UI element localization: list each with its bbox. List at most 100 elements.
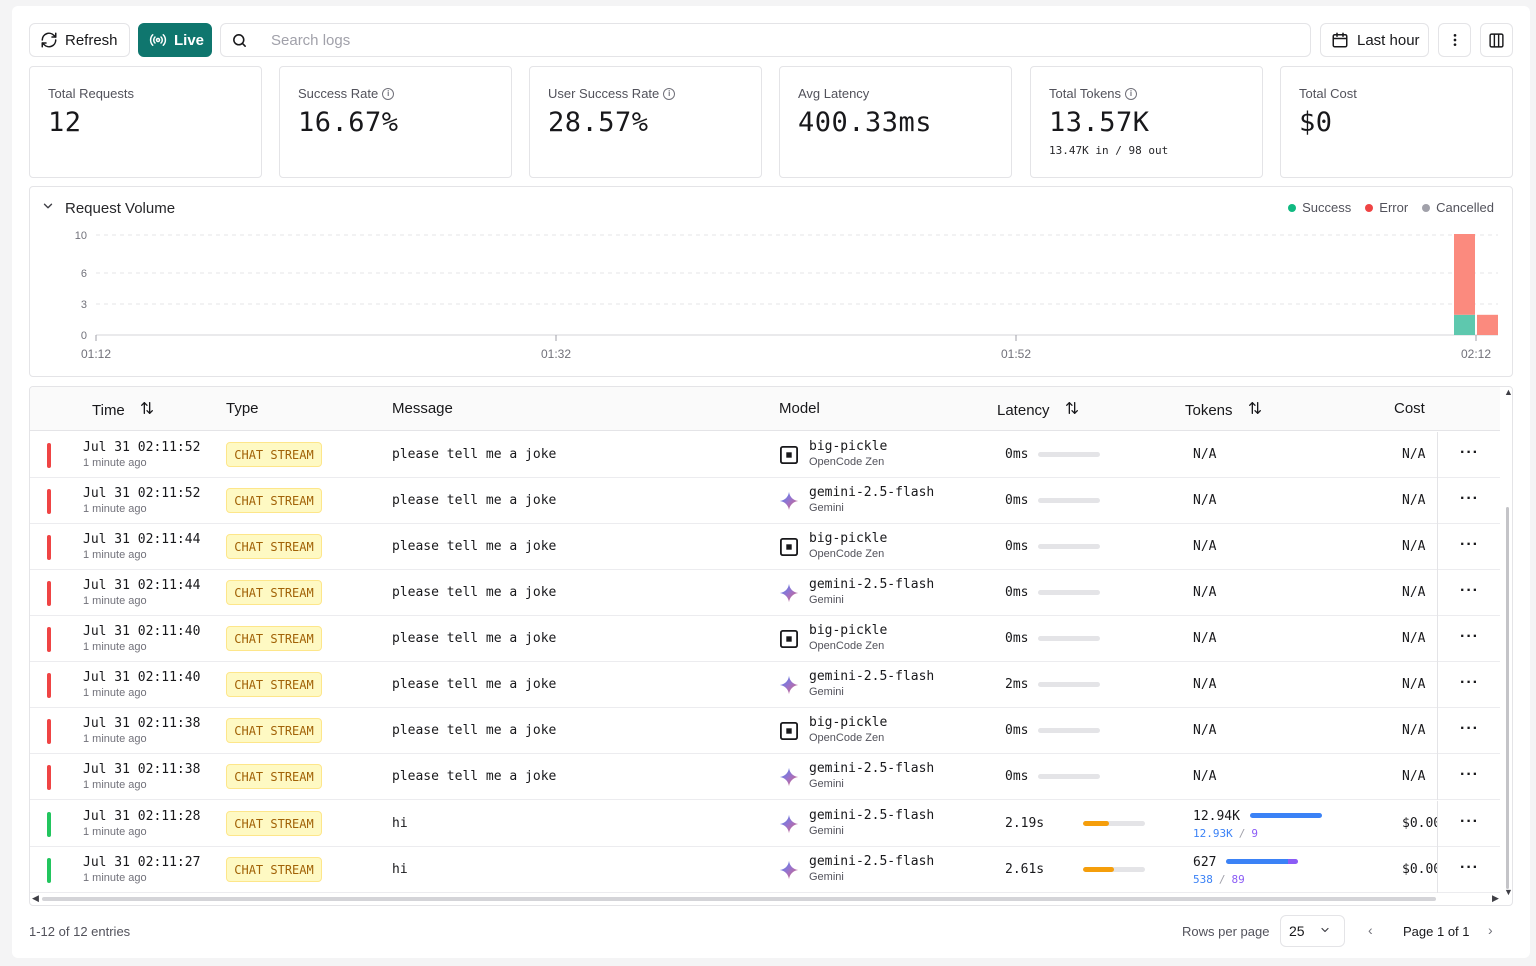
row-actions-icon[interactable]: ··· [1460, 859, 1479, 877]
rows-per-page-select[interactable]: 25 [1280, 915, 1345, 947]
model-name: gemini-2.5-flash [809, 669, 935, 684]
page-indicator: Page 1 of 1 [1403, 924, 1470, 939]
table-row[interactable]: Jul 31 02:11:38 1 minute ago CHAT STREAM pl… [30, 754, 1500, 800]
row-time: Jul 31 02:11:28 [83, 809, 201, 824]
row-actions-icon[interactable]: ··· [1460, 766, 1479, 784]
refresh-label: Refresh [65, 31, 118, 49]
scroll-left-icon[interactable]: ◀ [32, 893, 39, 904]
live-label: Live [174, 31, 205, 49]
chevron-down-icon[interactable] [41, 199, 55, 217]
time-range-button[interactable]: Last hour [1320, 23, 1429, 57]
column-header-tokens[interactable]: Tokens [1185, 400, 1263, 420]
latency-bar [1083, 821, 1145, 826]
tokens-value: N/A [1193, 769, 1217, 784]
table-row[interactable]: Jul 31 02:11:52 1 minute ago CHAT STREAM pl… [30, 432, 1500, 478]
table-row[interactable]: Jul 31 02:11:40 1 minute ago CHAT STREAM pl… [30, 662, 1500, 708]
scroll-right-icon[interactable]: ▶ [1492, 893, 1499, 904]
row-relative-time: 1 minute ago [83, 872, 147, 884]
latency-bar [1038, 682, 1100, 687]
column-header-latency[interactable]: Latency [997, 400, 1080, 420]
row-time: Jul 31 02:11:52 [83, 486, 201, 501]
model-provider: OpenCode Zen [809, 456, 885, 468]
refresh-button[interactable]: Refresh [29, 23, 130, 57]
tokens-value: N/A [1193, 493, 1217, 508]
legend-dot [1365, 203, 1374, 212]
vertical-scrollbar[interactable]: ▲ ▼ [1503, 387, 1512, 905]
table-row[interactable]: Jul 31 02:11:44 1 minute ago CHAT STREAM pl… [30, 524, 1500, 570]
row-time: Jul 31 02:11:44 [83, 578, 201, 593]
scrollbar-thumb[interactable] [42, 897, 1436, 901]
row-cost: N/A [1402, 677, 1426, 692]
sort-icon[interactable] [139, 400, 155, 420]
horizontal-scrollbar[interactable]: ◀ ▶ [32, 893, 1500, 904]
scrollbar-thumb[interactable] [1506, 507, 1509, 889]
sort-icon[interactable] [1247, 400, 1263, 420]
scroll-up-icon[interactable]: ▲ [1504, 387, 1512, 397]
previous-page-button[interactable]: ‹ [1368, 922, 1373, 938]
columns-button[interactable] [1480, 23, 1513, 57]
table-row[interactable]: Jul 31 02:11:27 1 minute ago CHAT STREAM hi… [30, 847, 1500, 893]
table-row[interactable]: Jul 31 02:11:28 1 minute ago CHAT STREAM hi… [30, 801, 1500, 847]
model-provider: Gemini [809, 502, 844, 514]
table-row[interactable]: Jul 31 02:11:40 1 minute ago CHAT STREAM pl… [30, 616, 1500, 662]
row-actions-icon[interactable]: ··· [1460, 628, 1479, 646]
table-row[interactable]: Jul 31 02:11:38 1 minute ago CHAT STREAM pl… [30, 708, 1500, 754]
row-cost: N/A [1402, 585, 1426, 600]
type-badge: CHAT STREAM [226, 580, 322, 605]
model-name: gemini-2.5-flash [809, 808, 935, 823]
stat-label: Success Rate [298, 86, 379, 101]
column-label: Latency [997, 401, 1050, 419]
more-options-button[interactable] [1438, 23, 1471, 57]
live-button[interactable]: Live [138, 23, 212, 57]
type-badge: CHAT STREAM [226, 534, 322, 559]
chart-header[interactable]: Request Volume [41, 199, 175, 217]
model-name: gemini-2.5-flash [809, 577, 935, 592]
info-icon[interactable]: i [1125, 87, 1138, 100]
row-actions-icon[interactable]: ··· [1460, 444, 1479, 462]
tokens-bar [1250, 813, 1322, 818]
chevron-right-icon: › [1488, 922, 1493, 938]
stat-value: 13.57K [1049, 107, 1150, 138]
row-actions-icon[interactable]: ··· [1460, 813, 1479, 831]
stat-card-total-cost: Total Cost $0 [1280, 66, 1513, 178]
row-cost: $0.00 [1402, 816, 1438, 831]
row-message: please tell me a joke [392, 447, 557, 462]
gemini-icon [779, 860, 799, 880]
tokens-breakdown: 12.93K / 9 [1193, 827, 1258, 840]
row-actions-icon[interactable]: ··· [1460, 674, 1479, 692]
row-relative-time: 1 minute ago [83, 779, 147, 791]
sort-icon[interactable] [1064, 400, 1080, 420]
search-input[interactable] [257, 31, 1257, 49]
row-message: hi [392, 862, 408, 877]
latency-bar [1038, 728, 1100, 733]
row-actions-icon[interactable]: ··· [1460, 720, 1479, 738]
row-actions-icon[interactable]: ··· [1460, 536, 1479, 554]
column-label: Cost [1394, 400, 1425, 417]
status-indicator [47, 535, 51, 560]
stat-value: 12 [48, 107, 82, 138]
column-label: Type [226, 400, 259, 417]
scroll-down-icon[interactable]: ▼ [1504, 887, 1512, 897]
row-message: please tell me a joke [392, 677, 557, 692]
row-time: Jul 31 02:11:40 [83, 624, 201, 639]
row-actions-icon[interactable]: ··· [1460, 582, 1479, 600]
table-row[interactable]: Jul 31 02:11:52 1 minute ago CHAT STREAM pl… [30, 478, 1500, 524]
latency-bar [1038, 590, 1100, 595]
latency-value: 0ms [1005, 585, 1029, 600]
gemini-icon [779, 491, 799, 511]
next-page-button[interactable]: › [1488, 922, 1493, 938]
row-cost: N/A [1402, 769, 1426, 784]
column-header-time[interactable]: Time [92, 400, 155, 420]
table-row[interactable]: Jul 31 02:11:44 1 minute ago CHAT STREAM pl… [30, 570, 1500, 616]
legend-item-cancelled: Cancelled [1422, 200, 1494, 215]
info-icon[interactable]: i [663, 87, 676, 100]
row-time: Jul 31 02:11:38 [83, 716, 201, 731]
row-actions-icon[interactable]: ··· [1460, 490, 1479, 508]
info-icon[interactable]: i [382, 87, 395, 100]
legend-label: Cancelled [1436, 200, 1494, 215]
row-message: please tell me a joke [392, 493, 557, 508]
toolbar: Refresh Live Last hour [29, 23, 1513, 58]
legend-item-success: Success [1288, 200, 1351, 215]
rows-per-page-label: Rows per page [1182, 924, 1270, 939]
model-provider: OpenCode Zen [809, 732, 885, 744]
